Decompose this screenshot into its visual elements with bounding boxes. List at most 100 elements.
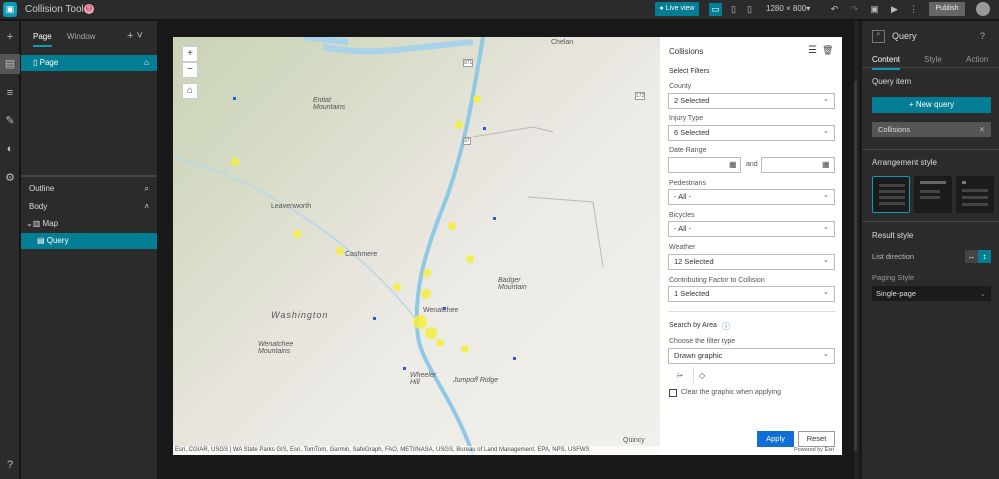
- collision-cluster[interactable]: [393, 283, 401, 291]
- collision-cluster[interactable]: [423, 269, 431, 277]
- resolution-value: 1280 × 800: [766, 4, 806, 13]
- reset-button[interactable]: Reset: [798, 431, 835, 447]
- divider: [862, 67, 999, 68]
- tab-style[interactable]: Style: [924, 55, 942, 64]
- collision-cluster[interactable]: [461, 345, 469, 353]
- pedestrians-select[interactable]: - All -: [668, 189, 835, 205]
- outline-query[interactable]: ▤ Query: [21, 233, 157, 249]
- draw-polygon-icon[interactable]: ⌲: [677, 371, 683, 381]
- search-by-area-label: Search by Area: [669, 322, 717, 329]
- new-query-button[interactable]: + New query: [872, 97, 991, 113]
- gear-icon[interactable]: ⚙: [0, 168, 20, 188]
- more-icon[interactable]: ⋮: [907, 3, 920, 16]
- clear-graphic-checkbox[interactable]: [669, 389, 677, 397]
- collision-cluster[interactable]: [455, 121, 463, 129]
- chevron-down-icon: ⌄: [980, 286, 986, 301]
- avatar[interactable]: [976, 2, 990, 16]
- phone-device-icon[interactable]: ▯: [743, 3, 756, 16]
- collision-cluster[interactable]: [293, 230, 301, 238]
- paging-style-label: Paging Style: [872, 273, 914, 282]
- collision-point[interactable]: [233, 97, 236, 100]
- arrangement-option-list[interactable]: [872, 176, 910, 213]
- collision-point[interactable]: [493, 217, 496, 220]
- preview-icon[interactable]: ▶: [888, 3, 901, 16]
- outline-map[interactable]: ⌄▥ Map: [21, 216, 157, 232]
- zoom-out-button[interactable]: −: [182, 62, 198, 78]
- collision-cluster[interactable]: [448, 222, 456, 230]
- bicycles-select[interactable]: - All -: [668, 221, 835, 237]
- search-icon[interactable]: ⌕: [145, 181, 149, 197]
- arrangement-option-tabs[interactable]: [914, 176, 952, 213]
- outline-header: Outline⌕: [21, 181, 157, 197]
- home-button[interactable]: ⌂: [182, 83, 198, 99]
- canvas-scrollbar[interactable]: [854, 21, 859, 479]
- add-page-icon[interactable]: + ˅: [127, 30, 143, 42]
- calendar-icon[interactable]: ▦: [729, 160, 737, 169]
- tab-action[interactable]: Action: [966, 55, 988, 64]
- collision-cluster[interactable]: [473, 95, 481, 103]
- publish-button[interactable]: Publish: [929, 2, 965, 16]
- collision-cluster[interactable]: [436, 339, 444, 347]
- tab-page[interactable]: Page: [33, 32, 52, 47]
- data-icon[interactable]: ≡: [0, 83, 20, 103]
- collision-cluster[interactable]: [421, 289, 431, 299]
- query-item-collisions[interactable]: Collisions ✕: [872, 122, 991, 137]
- close-icon[interactable]: ✕: [979, 122, 985, 137]
- collision-point[interactable]: [443, 307, 446, 310]
- horizontal-direction-button[interactable]: ↔: [965, 250, 978, 263]
- paging-style-select[interactable]: Single-page⌄: [872, 286, 991, 301]
- collision-cluster[interactable]: [231, 158, 239, 166]
- chevron-up-icon[interactable]: ˄: [144, 199, 149, 215]
- resolution-dropdown[interactable]: 1280 × 800▾: [766, 4, 810, 13]
- undo-icon[interactable]: ↶: [828, 3, 841, 16]
- desktop-device-icon[interactable]: ▭: [709, 3, 722, 16]
- redo-icon[interactable]: ↷: [848, 3, 861, 16]
- trash-icon[interactable]: 🗑: [822, 45, 833, 56]
- tab-window[interactable]: Window: [67, 32, 95, 41]
- settings-panel: ⌕ Query ? Content Style Action Query ite…: [862, 21, 999, 479]
- collision-cluster[interactable]: [413, 315, 427, 329]
- outline-body[interactable]: Body˄: [21, 199, 157, 215]
- wrench-icon[interactable]: ✎: [0, 111, 20, 131]
- add-icon[interactable]: +: [0, 27, 20, 47]
- contributing-factor-select[interactable]: 1 Selected: [668, 286, 835, 302]
- list-icon[interactable]: ☰: [808, 45, 817, 56]
- page-icon[interactable]: ▤: [0, 54, 20, 74]
- info-icon[interactable]: ⓘ: [722, 321, 730, 332]
- collision-point[interactable]: [483, 127, 486, 130]
- map-label: Map: [42, 219, 58, 228]
- collision-point[interactable]: [403, 367, 406, 370]
- zoom-in-button[interactable]: +: [182, 46, 198, 62]
- county-label: County: [669, 83, 691, 90]
- page-item[interactable]: ▯ Page⌂: [21, 55, 157, 71]
- resize-handle[interactable]: [21, 175, 157, 177]
- help-icon[interactable]: ?: [0, 455, 20, 475]
- tablet-device-icon[interactable]: ▯: [727, 3, 740, 16]
- filter-type-select[interactable]: Drawn graphic: [668, 348, 835, 364]
- injury-type-select[interactable]: 6 Selected: [668, 125, 835, 141]
- live-view-button[interactable]: ● Live view: [655, 2, 699, 16]
- collision-cluster[interactable]: [466, 255, 474, 263]
- vertical-direction-button[interactable]: ↕: [978, 250, 991, 263]
- highway-shield: 971: [463, 59, 473, 67]
- query-item-name: Collisions: [878, 125, 910, 134]
- calendar-icon[interactable]: ▦: [822, 160, 830, 169]
- collision-cluster[interactable]: [425, 327, 437, 339]
- county-select[interactable]: 2 Selected: [668, 93, 835, 109]
- eraser-icon[interactable]: ◇: [699, 371, 705, 380]
- save-icon[interactable]: ▣: [868, 3, 881, 16]
- unpublished-status-icon[interactable]: ⊖: [84, 4, 94, 14]
- arrangement-option-compact[interactable]: [956, 176, 994, 213]
- collision-cluster[interactable]: [336, 247, 344, 255]
- apply-button[interactable]: Apply: [757, 431, 794, 447]
- help-icon[interactable]: ?: [980, 31, 985, 41]
- map[interactable]: Chelan Entiat Mountains Leavenworth Cash…: [173, 37, 660, 455]
- app-logo-icon: ▣: [3, 2, 17, 17]
- clear-graphic-label: Clear the graphic when applying: [681, 389, 781, 396]
- collision-point[interactable]: [513, 357, 516, 360]
- divider: [862, 221, 999, 222]
- weather-select[interactable]: 12 Selected: [668, 254, 835, 270]
- theme-icon[interactable]: ◐: [0, 139, 20, 159]
- collision-point[interactable]: [373, 317, 376, 320]
- injury-type-label: Injury Type: [669, 115, 703, 122]
